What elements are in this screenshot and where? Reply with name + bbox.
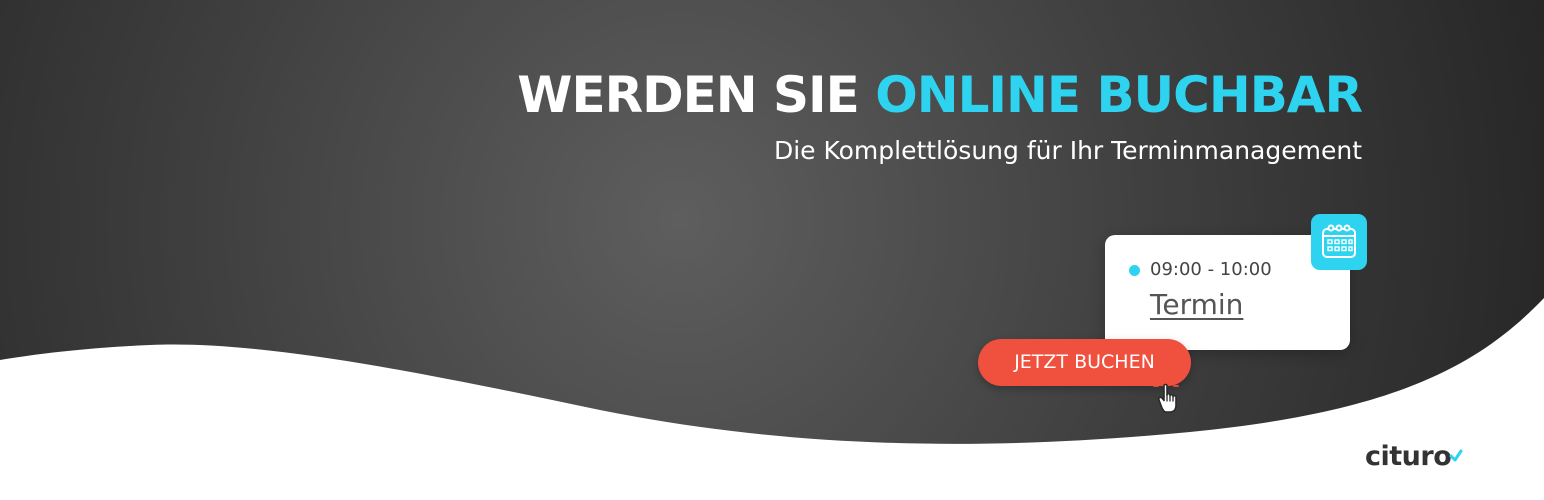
calendar-badge	[1311, 214, 1367, 270]
logo-check-icon	[1449, 449, 1463, 462]
hand-pointer-icon	[1153, 375, 1179, 413]
appointment-link[interactable]: Termin	[1150, 287, 1243, 323]
hero-subtitle: Die Komplettlösung für Ihr Terminmanagem…	[773, 136, 1362, 165]
calendar-icon	[1322, 224, 1356, 258]
hero-title-part1: WERDEN SIE	[517, 66, 859, 124]
hero-title-highlight: ONLINE BUCHBAR	[875, 66, 1363, 124]
promo-banner: WERDEN SIE ONLINE BUCHBAR Die Komplettlö…	[0, 0, 1544, 500]
hero-title: WERDEN SIE ONLINE BUCHBAR	[517, 64, 1363, 126]
cituro-logo: cituro	[1365, 437, 1463, 477]
logo-text: cituro	[1365, 441, 1452, 472]
status-dot	[1129, 265, 1140, 276]
appointment-time: 09:00 - 10:00	[1150, 259, 1272, 280]
